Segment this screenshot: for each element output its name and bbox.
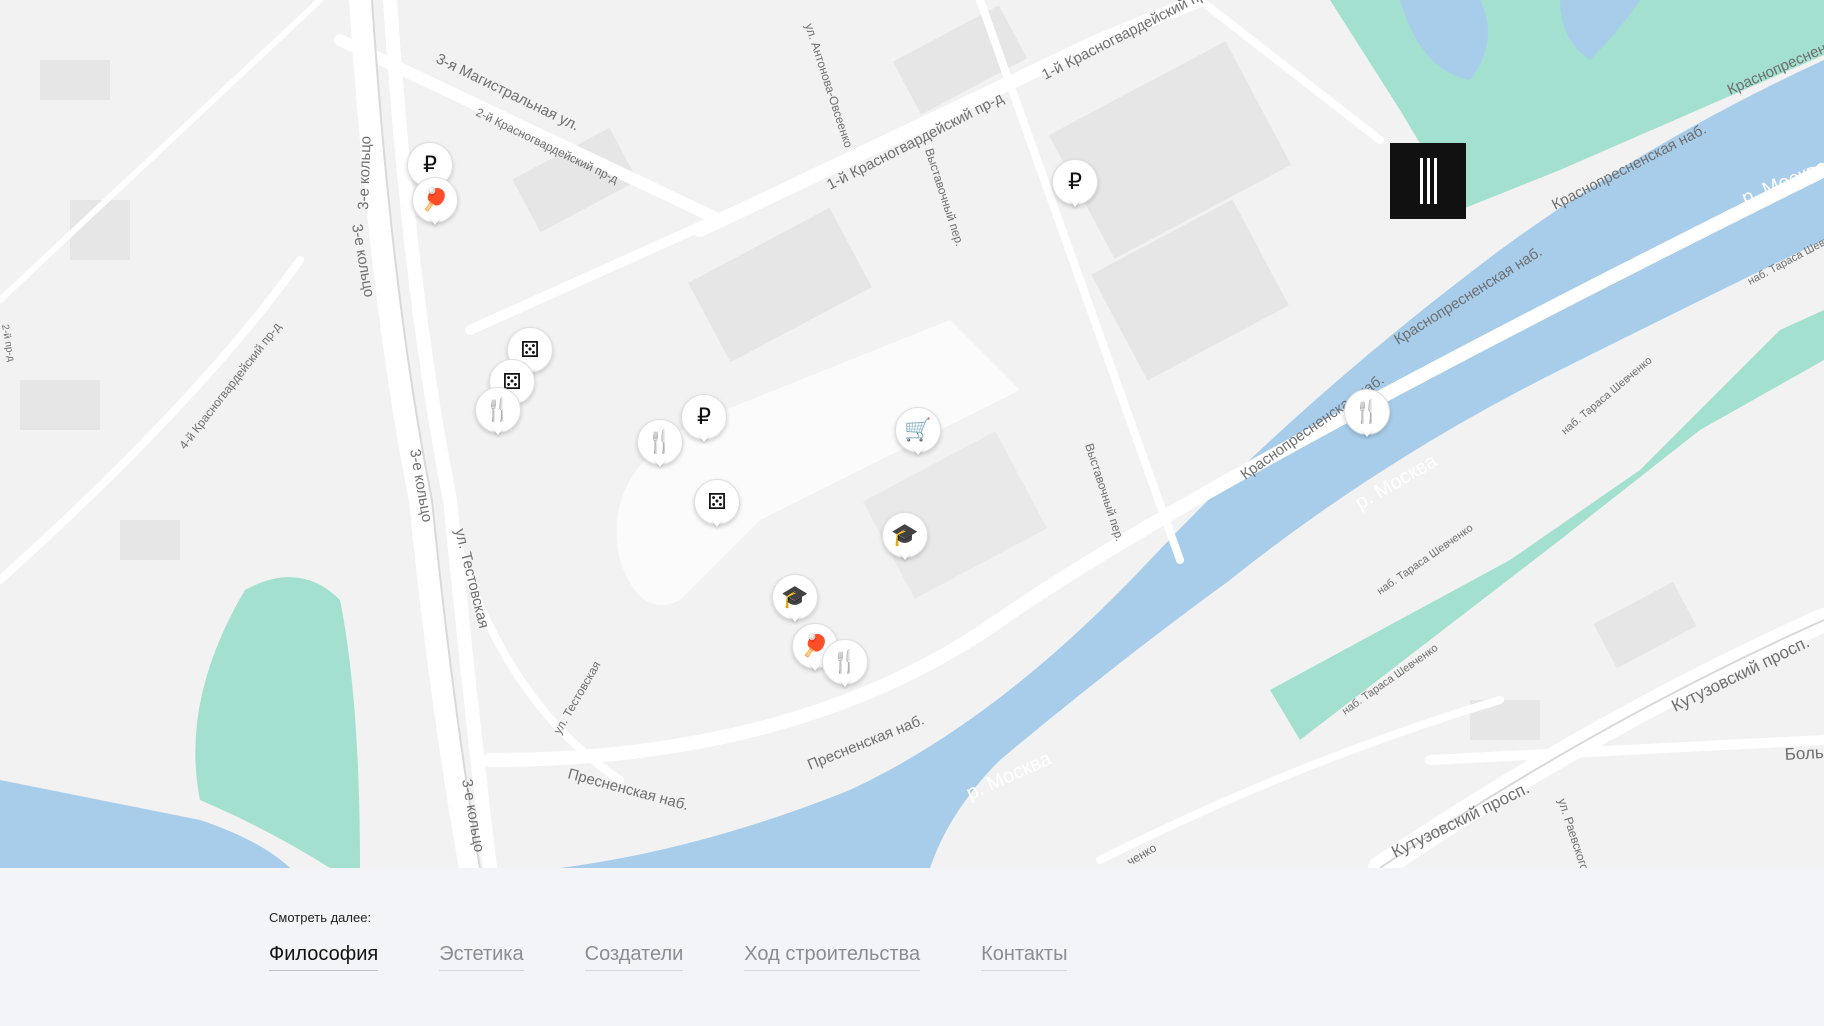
logo-stripe bbox=[1419, 158, 1423, 204]
ruble-pin[interactable]: ₽ bbox=[681, 394, 727, 442]
dice-pin[interactable]: ⚄ bbox=[694, 479, 740, 527]
restaurant-pin[interactable]: 🍴 bbox=[475, 387, 521, 435]
ruble-pin[interactable]: ₽ bbox=[1052, 159, 1098, 207]
footer-nav: Философия Эстетика Создатели Ход строите… bbox=[269, 943, 1128, 971]
ping-pong-pin[interactable]: 🏓 bbox=[412, 177, 458, 225]
education-pin[interactable]: 🎓 bbox=[882, 512, 928, 560]
cart-pin[interactable]: 🛒 bbox=[895, 407, 941, 455]
footer: Смотреть далее: Философия Эстетика Созда… bbox=[0, 868, 1824, 1026]
nav-link-construction-progress[interactable]: Ход строительства bbox=[744, 943, 921, 971]
project-logo-icon[interactable] bbox=[1390, 143, 1466, 219]
street-label: 3-е кольцо bbox=[355, 136, 375, 210]
logo-stripe bbox=[1433, 158, 1437, 204]
restaurant-pin[interactable]: 🍴 bbox=[637, 419, 683, 467]
nav-link-philosophy[interactable]: Философия bbox=[269, 943, 379, 971]
logo-stripe bbox=[1426, 158, 1430, 204]
restaurant-pin[interactable]: 🍴 bbox=[1344, 389, 1390, 437]
nav-link-contacts[interactable]: Контакты bbox=[981, 943, 1068, 971]
nav-link-creators[interactable]: Создатели bbox=[584, 943, 684, 971]
see-more-label: Смотреть далее: bbox=[269, 910, 372, 925]
street-label: Большая bbox=[1784, 741, 1824, 764]
nav-link-aesthetics[interactable]: Эстетика bbox=[439, 943, 524, 971]
restaurant-pin[interactable]: 🍴 bbox=[822, 639, 868, 687]
map[interactable]: 3-я Магистральная ул. 2-й Красногвардейс… bbox=[0, 0, 1824, 868]
education-pin[interactable]: 🎓 bbox=[772, 574, 818, 622]
